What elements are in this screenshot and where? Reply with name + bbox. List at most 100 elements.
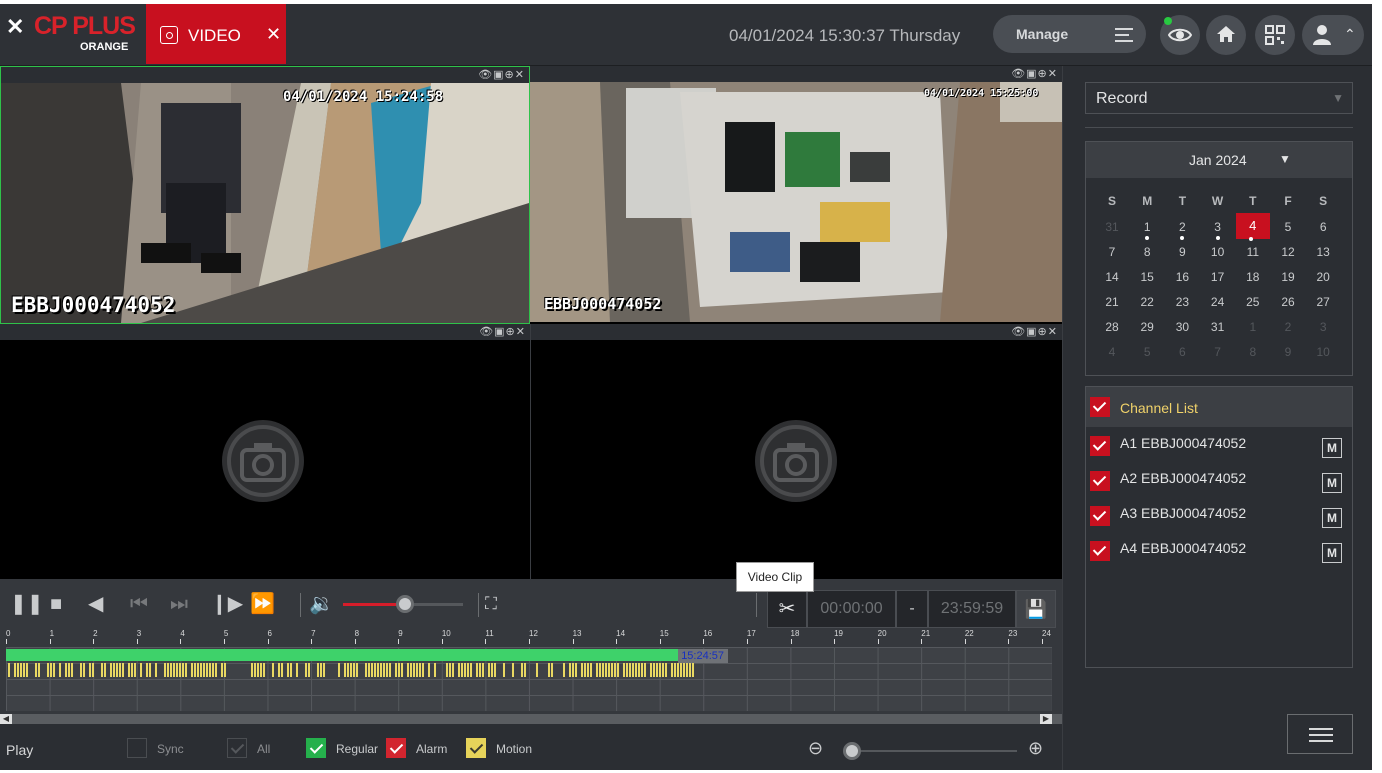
- calendar-day[interactable]: 1: [1132, 216, 1162, 240]
- scroll-right-icon[interactable]: ▶: [1040, 714, 1052, 724]
- calendar-day[interactable]: 23: [1167, 291, 1197, 313]
- calendar-day[interactable]: 15: [1132, 266, 1162, 288]
- calendar-day[interactable]: 26: [1273, 291, 1303, 313]
- calendar-day[interactable]: 16: [1167, 266, 1197, 288]
- window-tool-icons[interactable]: 👁▣⊕✕: [1011, 325, 1058, 338]
- calendar-day[interactable]: 6: [1167, 341, 1197, 363]
- calendar-day[interactable]: 9: [1273, 341, 1303, 363]
- month-dropdown-icon[interactable]: ▼: [1279, 152, 1291, 166]
- volume-slider[interactable]: [343, 595, 463, 613]
- live-view-button[interactable]: [1160, 15, 1200, 55]
- calendar-day[interactable]: 30: [1167, 316, 1197, 338]
- video-window-4[interactable]: 👁▣⊕✕: [530, 324, 1062, 579]
- channel-checkbox[interactable]: [1090, 436, 1110, 456]
- calendar-day[interactable]: 10: [1308, 341, 1338, 363]
- qr-code-button[interactable]: [1255, 15, 1295, 55]
- calendar-day[interactable]: 18: [1238, 266, 1268, 288]
- calendar-day[interactable]: 8: [1238, 341, 1268, 363]
- calendar-day[interactable]: 5: [1132, 341, 1162, 363]
- calendar-day[interactable]: 31: [1097, 216, 1127, 238]
- volume-icon[interactable]: 🔉: [309, 592, 334, 616]
- previous-frame-icon[interactable]: ⏮: [130, 592, 148, 616]
- channel-checkbox[interactable]: [1090, 506, 1110, 526]
- window-tool-icons[interactable]: 👁▣⊕✕: [479, 325, 526, 338]
- volume-knob[interactable]: [396, 595, 415, 613]
- calendar-header[interactable]: Jan 2024 ▼: [1086, 142, 1352, 178]
- close-tab-icon[interactable]: ✕: [266, 24, 281, 45]
- calendar-day[interactable]: 3: [1308, 316, 1338, 338]
- video-clip-button[interactable]: ✂: [767, 590, 807, 628]
- video-window-2[interactable]: 👁▣⊕✕ 04/01/2024 15:25:00 EBBJ000474052: [530, 66, 1062, 324]
- calendar-day[interactable]: 13: [1308, 241, 1338, 263]
- select-all-channels-checkbox[interactable]: [1090, 397, 1110, 417]
- calendar-day[interactable]: 10: [1203, 241, 1233, 263]
- calendar-day[interactable]: 28: [1097, 316, 1127, 338]
- calendar-day[interactable]: 11: [1238, 241, 1268, 263]
- calendar-day[interactable]: 29: [1132, 316, 1162, 338]
- stop-icon[interactable]: ■: [50, 592, 62, 616]
- calendar-day[interactable]: 7: [1097, 241, 1127, 263]
- next-frame-icon[interactable]: ⏭: [170, 592, 188, 616]
- play-reverse-icon[interactable]: ◀: [88, 592, 103, 616]
- calendar-day[interactable]: 31: [1203, 316, 1233, 338]
- channel-mode-button[interactable]: M: [1322, 543, 1342, 563]
- calendar-day[interactable]: 27: [1308, 291, 1338, 313]
- home-button[interactable]: [1206, 15, 1246, 55]
- user-menu-button[interactable]: ⌃: [1302, 15, 1364, 55]
- calendar-day[interactable]: 3: [1203, 216, 1233, 240]
- zoom-in-icon[interactable]: ⊕: [1028, 738, 1043, 759]
- save-clip-button[interactable]: 💾: [1016, 590, 1056, 628]
- calendar-day[interactable]: 8: [1132, 241, 1162, 263]
- fast-forward-icon[interactable]: ⏩: [250, 592, 275, 616]
- channel-checkbox[interactable]: [1090, 471, 1110, 491]
- regular-checkbox[interactable]: [306, 738, 326, 758]
- channel-mode-button[interactable]: M: [1322, 473, 1342, 493]
- calendar-day[interactable]: 25: [1238, 291, 1268, 313]
- channel-mode-button[interactable]: M: [1322, 438, 1342, 458]
- scroll-left-icon[interactable]: ◀: [0, 714, 12, 724]
- logo-mark-icon: ✕: [6, 14, 25, 39]
- slow-play-icon[interactable]: ❙▶: [211, 592, 243, 616]
- calendar-day[interactable]: 2: [1167, 216, 1197, 240]
- calendar-day[interactable]: 2: [1273, 316, 1303, 338]
- calendar-day[interactable]: 17: [1203, 266, 1233, 288]
- clip-end-time[interactable]: 23:59:59: [928, 590, 1016, 628]
- calendar-day[interactable]: 7: [1203, 341, 1233, 363]
- timeline-tracks[interactable]: 15:24:57: [6, 647, 1052, 711]
- zoom-out-icon[interactable]: ⊖: [808, 738, 823, 759]
- pause-icon[interactable]: ❚❚: [10, 592, 44, 616]
- channel-checkbox[interactable]: [1090, 541, 1110, 561]
- window-tool-icons[interactable]: 👁▣⊕✕: [478, 68, 525, 81]
- video-window-1[interactable]: 👁▣⊕✕ 04/01/2024 15:24:58 EBBJ000474052: [0, 66, 530, 324]
- calendar-day[interactable]: 4: [1235, 213, 1270, 241]
- tab-video[interactable]: VIDEO ✕: [146, 4, 286, 64]
- timeline-zoom-slider[interactable]: [843, 742, 1017, 760]
- alarm-checkbox[interactable]: [386, 738, 406, 758]
- video-window-3[interactable]: 👁▣⊕✕: [0, 324, 530, 579]
- clip-start-time[interactable]: 00:00:00: [807, 590, 896, 628]
- sync-checkbox[interactable]: [127, 738, 147, 758]
- calendar-day[interactable]: 12: [1273, 241, 1303, 263]
- motion-checkbox[interactable]: [466, 738, 486, 758]
- timeline[interactable]: 0 1 2 3 4 5 6 7 8 9 10 11 12 13 14 15 16 17 18 19 20 21 22 23 24…: [0, 629, 1062, 724]
- fullscreen-icon[interactable]: ⛶: [485, 592, 497, 616]
- file-list-button[interactable]: [1287, 714, 1353, 754]
- calendar-day[interactable]: 9: [1167, 241, 1197, 263]
- zoom-knob[interactable]: [843, 742, 861, 760]
- calendar-day[interactable]: 22: [1132, 291, 1162, 313]
- manage-button[interactable]: Manage: [993, 15, 1146, 53]
- channel-mode-button[interactable]: M: [1322, 508, 1342, 528]
- calendar-day[interactable]: 4: [1097, 341, 1127, 363]
- calendar-day[interactable]: 20: [1308, 266, 1338, 288]
- calendar-day[interactable]: 24: [1203, 291, 1233, 313]
- calendar-day[interactable]: 5: [1273, 216, 1303, 238]
- calendar-day[interactable]: 6: [1308, 216, 1338, 238]
- timeline-scrollbar[interactable]: ◀ ▶: [0, 714, 1062, 724]
- calendar-day[interactable]: 1: [1238, 316, 1268, 338]
- calendar-day[interactable]: 14: [1097, 266, 1127, 288]
- calendar-day[interactable]: 19: [1273, 266, 1303, 288]
- record-type-select[interactable]: Record ▼: [1085, 82, 1353, 114]
- calendar-day[interactable]: 21: [1097, 291, 1127, 313]
- window-tool-icons[interactable]: 👁▣⊕✕: [1011, 67, 1058, 80]
- all-checkbox[interactable]: [227, 738, 247, 758]
